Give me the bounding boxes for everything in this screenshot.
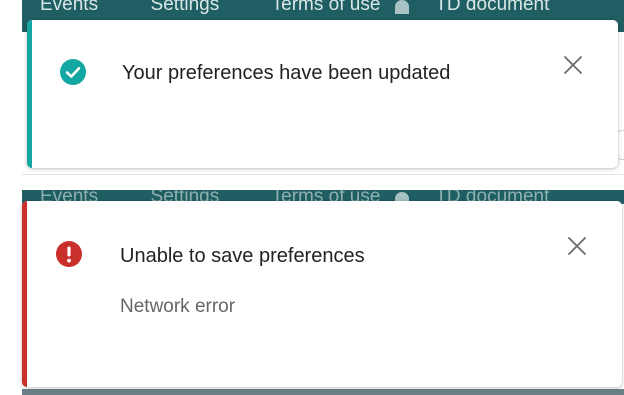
nav-item-settings[interactable]: Settings bbox=[151, 0, 220, 16]
close-button[interactable] bbox=[560, 52, 586, 78]
toast-message: Network error bbox=[120, 296, 236, 317]
toast-title: Unable to save preferences bbox=[120, 245, 365, 267]
close-icon bbox=[564, 56, 582, 74]
toast-title: Your preferences have been updated bbox=[122, 62, 451, 84]
nav-item-terms-of-use[interactable]: Terms of use bbox=[272, 0, 381, 16]
success-toast: Your preferences have been updated bbox=[27, 20, 618, 168]
toast-accent-bar bbox=[27, 20, 32, 168]
toast-accent-bar bbox=[22, 201, 27, 387]
divider bbox=[22, 174, 624, 175]
close-button[interactable] bbox=[564, 233, 590, 259]
nav-item-td-document[interactable]: TD document bbox=[435, 0, 549, 16]
screen: Events Settings Terms of use TD document… bbox=[0, 0, 624, 395]
nav-item-events[interactable]: Events bbox=[40, 0, 98, 16]
check-circle-icon bbox=[59, 58, 87, 86]
close-icon bbox=[568, 237, 586, 255]
user-icon bbox=[394, 0, 409, 14]
error-toast: Unable to save preferences Network error bbox=[22, 201, 622, 387]
background-bar-edge bbox=[22, 389, 624, 395]
exclamation-circle-icon bbox=[55, 240, 83, 268]
